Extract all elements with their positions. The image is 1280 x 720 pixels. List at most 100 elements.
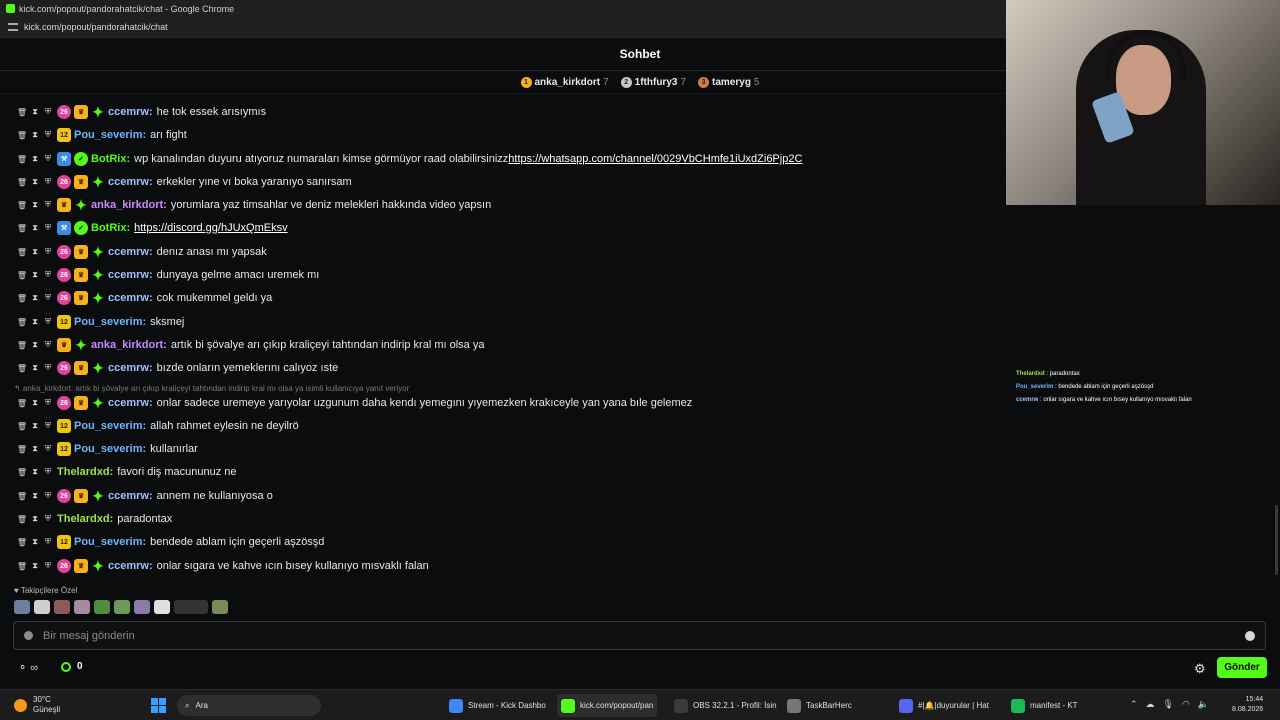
chat-message[interactable]: 🗑 ⧗ ⛨ ⚒ ✓ BotRix: https://discord.gg/hJUxQm… (17, 220, 288, 236)
chat-message[interactable]: 🗑 ⧗ ⛨ 26 ♛ ✦ ccemrw: onlar sadece uremeye ya… (17, 395, 692, 411)
shield-icon[interactable]: ⛨ (44, 177, 52, 187)
emote-icon[interactable] (114, 600, 130, 614)
chat-message[interactable]: 🗑 ⧗ ⛨ Thelardxd: paradontax (17, 511, 172, 527)
message-username[interactable]: ccemrw: (108, 560, 153, 572)
gifter-name[interactable]: 1fthfury3 (635, 77, 678, 88)
shield-icon[interactable]: ⛨ (44, 340, 52, 350)
chat-message[interactable]: 🗑 ⧗ ⛨ 26 ♛ ✦ ccemrw: cok mukemmel geldı ya (17, 290, 272, 306)
timeout-icon[interactable]: ⧗ (31, 514, 39, 524)
chat-message[interactable]: 🗑 ⧗ ⛨ 26 ♛ ✦ ccemrw: bızde onların yemeklerı… (17, 360, 338, 376)
shield-icon[interactable]: ⛨ (44, 398, 52, 408)
message-username[interactable]: Pou_severim: (74, 536, 146, 548)
emote-icon[interactable] (34, 600, 50, 614)
shield-icon[interactable]: ⛨ (44, 130, 52, 140)
shield-icon[interactable]: ⛨ (44, 514, 52, 524)
emoji-icon[interactable] (1245, 630, 1255, 641)
shield-icon[interactable]: ⛨ (44, 467, 52, 477)
gifter-name[interactable]: tameryg (712, 77, 751, 88)
emote-icon[interactable] (134, 600, 150, 614)
shield-icon[interactable]: ⛨ (44, 363, 52, 373)
timeout-icon[interactable]: ⧗ (31, 467, 39, 477)
windows-start-icon[interactable] (151, 698, 166, 713)
shield-icon[interactable]: ⛨ (44, 293, 52, 303)
timeout-icon[interactable]: ⧗ (31, 293, 39, 303)
trash-icon[interactable]: 🗑 (17, 130, 27, 140)
trash-icon[interactable]: 🗑 (17, 363, 27, 373)
timeout-icon[interactable]: ⧗ (31, 200, 39, 210)
chat-message[interactable]: 🗑 ⧗ ⛨ ♛ ✦ anka_kirkdort: yorumlara yaz tims… (17, 197, 491, 213)
taskbar-search[interactable]: ⌕ Ara (177, 695, 321, 716)
shield-icon[interactable]: ⛨ (44, 223, 52, 233)
message-username[interactable]: BotRix: (91, 153, 130, 165)
chat-message[interactable]: 🗑 ⧗ ⛨ 26 ♛ ✦ ccemrw: erkekler yıne vı boka y… (17, 174, 352, 190)
chat-message[interactable]: 🗑 ⧗ ⛨ 12 Pou_severim: arı fight (17, 127, 187, 143)
weather-widget[interactable]: 30°C Güneşli (14, 695, 60, 715)
timeout-icon[interactable]: ⧗ (31, 247, 39, 257)
message-username[interactable]: anka_kirkdort: (91, 339, 167, 351)
trash-icon[interactable]: 🗑 (17, 317, 27, 327)
message-username[interactable]: ccemrw: (108, 106, 153, 118)
timeout-icon[interactable]: ⧗ (31, 561, 39, 571)
message-username[interactable]: Thelardxd: (57, 513, 113, 525)
shield-icon[interactable]: ⛨ (44, 270, 52, 280)
send-button[interactable]: Gönder (1217, 657, 1267, 678)
message-username[interactable]: ccemrw: (108, 397, 153, 409)
message-username[interactable]: ccemrw: (108, 269, 153, 281)
message-link[interactable]: https://discord.gg/hJUxQmEksv (134, 222, 287, 234)
trash-icon[interactable]: 🗑 (17, 537, 27, 547)
emote-picker-icon[interactable] (24, 631, 33, 640)
chat-message[interactable]: 🗑 ⧗ ⛨ 12 Pou_severim: kullanırlar (17, 441, 198, 457)
message-link[interactable]: https://whatsapp.com/channel/0029VbCHmfe… (508, 153, 802, 165)
message-username[interactable]: ccemrw: (108, 176, 153, 188)
message-username[interactable]: Thelardxd: (57, 466, 113, 478)
chat-message[interactable]: 🗑 ⧗ ⛨ ♛ ✦ anka_kirkdort: artık bi şövalye a… (17, 337, 485, 353)
chevron-up-icon[interactable]: ⌃ (1130, 699, 1138, 710)
chat-message[interactable]: 🗑 ⧗ ⛨ 26 ♛ ✦ ccemrw: annem ne kullanıyosa o (17, 488, 273, 504)
shield-icon[interactable]: ⛨ (44, 421, 52, 431)
timeout-icon[interactable]: ⧗ (31, 317, 39, 327)
trash-icon[interactable]: 🗑 (17, 293, 27, 303)
chat-message[interactable]: 🗑 ⧗ ⛨ 12 Pou_severim: sksmej (17, 314, 184, 330)
shield-icon[interactable]: ⛨ (44, 537, 52, 547)
message-username[interactable]: anka_kirkdort: (91, 199, 167, 211)
timeout-icon[interactable]: ⧗ (31, 491, 39, 501)
trash-icon[interactable]: 🗑 (17, 561, 27, 571)
taskbar-app[interactable]: Stream - Kick Dashbo (445, 694, 550, 717)
timeout-icon[interactable]: ⧗ (31, 270, 39, 280)
shield-icon[interactable]: ⛨ (44, 491, 52, 501)
message-username[interactable]: Pou_severim: (74, 443, 146, 455)
emote-icon[interactable] (154, 600, 170, 614)
chat-message-input[interactable] (43, 629, 1245, 642)
timeout-icon[interactable]: ⧗ (31, 177, 39, 187)
trash-icon[interactable]: 🗑 (17, 200, 27, 210)
shield-icon[interactable]: ⛨ (44, 200, 52, 210)
trash-icon[interactable]: 🗑 (17, 223, 27, 233)
message-username[interactable]: BotRix: (91, 222, 130, 234)
gifter-name[interactable]: anka_kirkdort (535, 77, 601, 88)
trash-icon[interactable]: 🗑 (17, 444, 27, 454)
shield-icon[interactable]: ⛨ (44, 561, 52, 571)
emote-icon[interactable] (54, 600, 70, 614)
trash-icon[interactable]: 🗑 (17, 421, 27, 431)
timeout-icon[interactable]: ⧗ (31, 223, 39, 233)
site-settings-icon[interactable] (8, 23, 18, 31)
chat-message[interactable]: 🗑 ⧗ ⛨ 26 ♛ ✦ ccemrw: dunyaya gelme amacı ure… (17, 267, 319, 283)
mic-icon[interactable]: 🎙 (1163, 699, 1174, 710)
timeout-icon[interactable]: ⧗ (31, 107, 39, 117)
timeout-icon[interactable]: ⧗ (31, 421, 39, 431)
url-text[interactable]: kick.com/popout/pandorahatcik/chat (24, 22, 168, 32)
chat-input-box[interactable] (13, 621, 1266, 650)
message-username[interactable]: Pou_severim: (74, 420, 146, 432)
message-username[interactable]: Pou_severim: (74, 129, 146, 141)
trash-icon[interactable]: 🗑 (17, 154, 27, 164)
trash-icon[interactable]: 🗑 (17, 514, 27, 524)
message-username[interactable]: Pou_severim: (74, 316, 146, 328)
wifi-icon[interactable]: ◠ (1182, 699, 1190, 710)
chat-message[interactable]: 🗑 ⧗ ⛨ ⚒ ✓ BotRix: wp kanalından duyuru atıy… (17, 151, 802, 167)
chat-message[interactable]: 🗑 ⧗ ⛨ 12 Pou_severim: bendede ablam için g… (17, 534, 324, 550)
shield-icon[interactable]: ⛨ (44, 247, 52, 257)
speaker-icon[interactable]: 🔈 (1198, 699, 1209, 710)
trash-icon[interactable]: 🗑 (17, 270, 27, 280)
chat-message[interactable]: 🗑 ⧗ ⛨ Thelardxd: favori diş macunun­uz ne (17, 464, 237, 480)
trash-icon[interactable]: 🗑 (17, 491, 27, 501)
